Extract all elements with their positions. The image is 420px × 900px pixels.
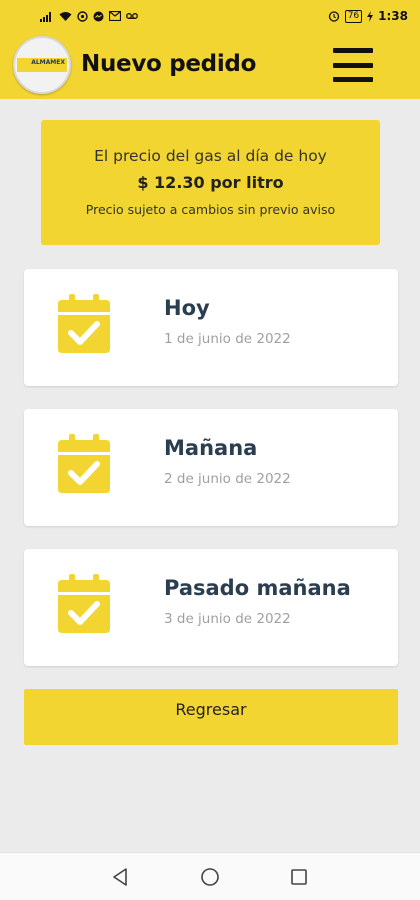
day-label: Pasado mañana [164,576,351,600]
day-date: 3 de junio de 2022 [164,611,291,627]
menu-bar [333,77,373,82]
alarm-icon [328,11,339,22]
recents-icon[interactable] [290,867,308,887]
calendar-check-icon [58,574,110,633]
signal-icon [40,11,51,22]
clock: 1:38 [378,9,408,23]
price-note: Precio sujeto a cambios sin previo aviso [85,202,336,217]
day-date: 2 de junio de 2022 [164,471,291,487]
wifi-icon [59,11,72,21]
battery-level: 76 [344,9,363,23]
mail-icon [109,11,121,21]
app-header: ALMAMEX Nuevo pedido [0,32,420,99]
day-label: Hoy [164,296,210,320]
page-title: Nuevo pedido [81,51,257,77]
app-logo: ALMAMEX [13,36,71,94]
menu-bar [333,48,373,53]
day-card-day-after-tomorrow[interactable]: Pasado mañana 3 de junio de 2022 [24,549,398,666]
price-value: $ 12.30 por litro [137,173,284,192]
charging-icon [367,10,374,22]
voicemail-icon [126,13,138,19]
hamburger-menu-icon[interactable] [333,48,373,82]
price-card: El precio del gas al día de hoy $ 12.30 … [41,120,380,245]
calendar-check-icon [58,294,110,353]
status-icons-right: 76 1:38 [328,9,408,23]
day-date: 1 de junio de 2022 [164,331,291,347]
back-icon[interactable] [111,867,129,887]
day-label: Mañana [164,436,258,460]
home-icon[interactable] [200,867,220,887]
back-button[interactable]: Regresar [24,689,398,745]
price-title: El precio del gas al día de hoy [94,147,327,165]
menu-bar [333,62,373,68]
calendar-check-icon [58,434,110,493]
status-bar: 76 1:38 [0,0,420,32]
whatsapp-icon [77,10,88,22]
logo-text: ALMAMEX [31,59,65,66]
messenger-icon [93,11,104,21]
day-card-today[interactable]: Hoy 1 de junio de 2022 [24,269,398,386]
day-card-tomorrow[interactable]: Mañana 2 de junio de 2022 [24,409,398,526]
status-icons-left [40,10,138,22]
system-nav-bar [0,852,420,900]
